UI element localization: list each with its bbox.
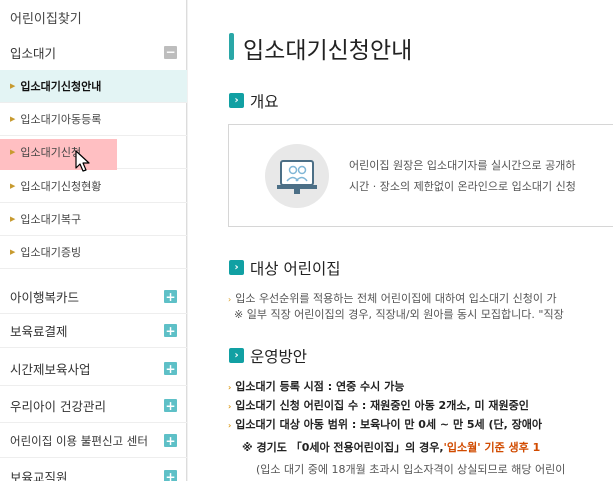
sidebar-item-label: 입소대기증빙 xyxy=(20,246,82,259)
caret-right-icon: ▶ xyxy=(10,182,16,190)
sidebar-section-label: 입소대기 xyxy=(10,45,57,61)
sidebar-section-label: 시간제보육사업 xyxy=(10,362,91,377)
operation-text: 입소대기 등록 시점 : 연중 수시 가능 xyxy=(235,380,405,393)
sidebar-item-waitlist-proof[interactable]: ▶ 입소대기증빙 xyxy=(0,236,187,269)
monitor-people-icon xyxy=(277,160,317,194)
plus-square-icon[interactable]: + xyxy=(164,470,177,481)
caret-right-icon: › xyxy=(228,295,232,304)
target-text: 입소 우선순위를 적용하는 전체 어린이집에 대하여 입소대기 신청이 가 xyxy=(235,292,557,305)
sidebar-item-label: 입소대기신청안내 xyxy=(20,80,102,93)
main-content: 입소대기신청안내 › 개요 어린이집 원장은 입소대기자를 실시간으로 공개하 … xyxy=(188,0,613,481)
sidebar-section-complaint[interactable]: 어린이집 이용 불편신고 센터 + xyxy=(0,424,187,458)
sidebar-find-daycare-label: 어린이집찾기 xyxy=(10,11,82,27)
sidebar: 어린이집찾기 입소대기 − ▶ 입소대기신청안내 ▶ 입소대기아동등록 ▶ 입소… xyxy=(0,0,187,481)
caret-right-icon: ▶ xyxy=(10,82,16,90)
sidebar-section-label: 어린이집 이용 불편신고 센터 xyxy=(10,433,148,448)
operation-text: 입소대기 대상 아동 범위 : 보육나이 만 0세 ~ 만 5세 (단, 장애아 xyxy=(235,418,543,431)
sidebar-item-label: 입소대기신청 xyxy=(20,146,82,159)
caret-right-icon: › xyxy=(228,402,232,411)
overview-text-line: 시간 · 장소의 제한없이 온라인으로 입소대기 신청 xyxy=(349,180,576,193)
caret-right-icon: › xyxy=(228,421,232,430)
operation-text: 입소대기 신청 어린이집 수 : 재원중인 아동 2개소, 미 재원중인 xyxy=(235,399,529,412)
caret-right-icon: › xyxy=(228,383,232,392)
sidebar-section-hourly-care[interactable]: 시간제보육사업 + xyxy=(0,352,187,386)
sidebar-section-happy-card[interactable]: 아이행복카드 + xyxy=(0,280,187,314)
mouse-pointer-icon xyxy=(75,150,90,172)
sidebar-section-label: 아이행복카드 xyxy=(10,290,80,305)
sidebar-item-waitlist-restore[interactable]: ▶ 입소대기복구 xyxy=(0,203,187,236)
minus-square-icon[interactable]: − xyxy=(164,45,177,59)
sidebar-section-staff[interactable]: 보육교직원 + xyxy=(0,460,187,481)
target-note-line: ※ 일부 직장 어린이집의 경우, 직장내/외 원아를 동시 모집합니다. "직… xyxy=(234,308,564,321)
plus-square-icon[interactable]: + xyxy=(164,324,177,337)
title-accent-bar xyxy=(229,33,234,60)
sidebar-section-label: 보육교직원 xyxy=(10,470,68,481)
operation-text-line: › 입소대기 등록 시점 : 연중 수시 가능 xyxy=(228,378,404,394)
operation-text-line: › 입소대기 대상 아동 범위 : 보육나이 만 0세 ~ 만 5세 (단, 장애… xyxy=(228,416,542,432)
plus-square-icon[interactable]: + xyxy=(164,434,177,447)
overview-box: 어린이집 원장은 입소대기자를 실시간으로 공개하 시간 · 장소의 제한없이 … xyxy=(228,124,613,227)
sidebar-item-waitlist-apply[interactable]: ▶ 입소대기신청 xyxy=(0,136,187,170)
sidebar-item-label: 입소대기신청현황 xyxy=(20,180,102,193)
overview-text-line: 어린이집 원장은 입소대기자를 실시간으로 공개하 xyxy=(349,159,576,172)
caret-right-icon: ▶ xyxy=(10,115,16,123)
sidebar-item-waitlist-guide[interactable]: ▶ 입소대기신청안내 xyxy=(0,70,187,103)
page-title: 입소대기신청안내 xyxy=(243,38,413,64)
sidebar-section-payment[interactable]: 보육료결제 + xyxy=(0,314,187,348)
sidebar-item-label: 입소대기복구 xyxy=(20,213,82,226)
caret-right-icon: ▶ xyxy=(10,148,16,156)
sidebar-find-daycare[interactable]: 어린이집찾기 xyxy=(0,0,187,34)
plus-square-icon[interactable]: + xyxy=(164,290,177,303)
caret-right-icon: ▶ xyxy=(10,215,16,223)
chevron-right-icon: › xyxy=(229,260,244,275)
sidebar-item-waitlist-status[interactable]: ▶ 입소대기신청현황 xyxy=(0,170,187,203)
overview-illustration xyxy=(265,144,329,208)
sidebar-item-child-registration[interactable]: ▶ 입소대기아동등록 xyxy=(0,103,187,136)
chevron-right-icon: › xyxy=(229,348,244,363)
operation-heading: 운영방안 xyxy=(250,348,308,366)
sidebar-section-label: 우리아이 건강관리 xyxy=(10,399,106,414)
plus-square-icon[interactable]: + xyxy=(164,362,177,375)
sidebar-section-waitlist[interactable]: 입소대기 − xyxy=(0,34,187,70)
sidebar-section-health[interactable]: 우리아이 건강관리 + xyxy=(0,389,187,423)
operation-note-highlight: '입소월' 기준 생후 1 xyxy=(443,441,541,454)
plus-square-icon[interactable]: + xyxy=(164,399,177,412)
operation-subnote-line: (입소 대기 중에 18개월 초과시 입소자격이 상실되므로 해당 어린이 xyxy=(256,463,566,476)
operation-text-line: › 입소대기 신청 어린이집 수 : 재원중인 아동 2개소, 미 재원중인 xyxy=(228,397,529,413)
operation-note-line: ※ 경기도 「0세아 전용어린이집」의 경우,'입소월' 기준 생후 1 xyxy=(242,439,540,455)
target-heading: 대상 어린이집 xyxy=(250,260,341,278)
operation-note-text: ※ 경기도 「0세아 전용어린이집」의 경우, xyxy=(242,441,444,454)
sidebar-section-label: 보육료결제 xyxy=(10,324,68,339)
target-text-line: › 입소 우선순위를 적용하는 전체 어린이집에 대하여 입소대기 신청이 가 xyxy=(228,290,557,306)
caret-right-icon: ▶ xyxy=(10,248,16,256)
chevron-right-icon: › xyxy=(229,93,244,108)
overview-heading: 개요 xyxy=(250,93,279,111)
sidebar-item-label: 입소대기아동등록 xyxy=(20,113,102,126)
